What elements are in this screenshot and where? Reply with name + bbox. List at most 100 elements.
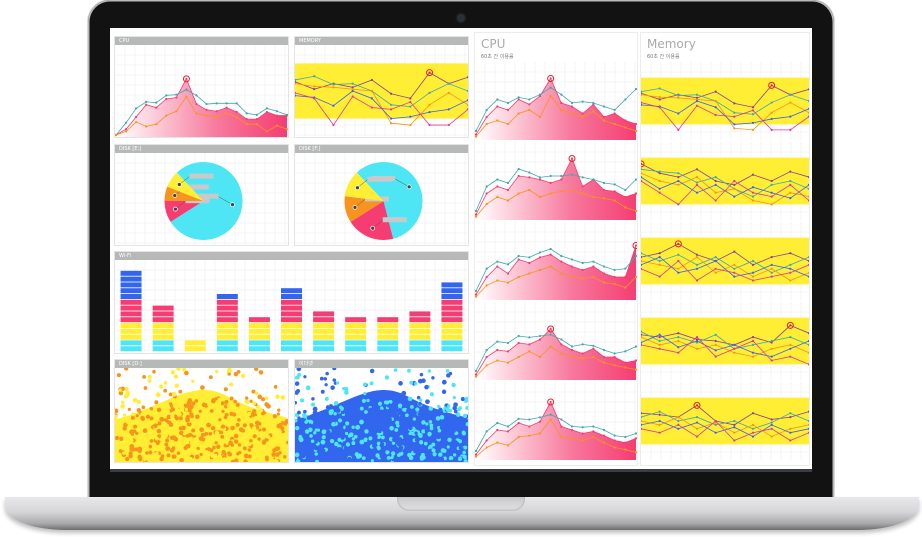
data-point [285,128,288,131]
scatter-point [463,445,468,450]
data-point [695,267,699,270]
scatter-point [345,421,350,426]
data-point [517,341,520,345]
scatter-point [238,434,243,439]
data-point [528,98,531,101]
data-point [770,183,773,186]
data-point [658,252,661,255]
data-point [570,265,574,268]
scatter-point [196,391,201,396]
data-point [592,344,595,347]
scatter-point [454,456,459,460]
data-point [560,425,563,428]
data-point [592,430,595,433]
data-point [570,188,574,192]
data-point [135,107,138,110]
data-point [714,271,717,274]
data-point [733,102,736,105]
scatter-point [359,406,364,411]
data-point [658,423,661,426]
bar-segment-pink [313,311,335,317]
scatter-point [236,369,241,374]
scatter-point [217,397,222,402]
scatter-point [242,423,247,428]
scatter-point [156,407,162,413]
data-point [613,112,616,115]
memory-band [641,157,809,205]
data-point [428,91,431,94]
scatter-point [122,436,127,440]
data-point [275,124,279,127]
data-point [602,105,606,108]
data-point [770,203,773,206]
scatter-point [337,418,343,423]
scatter-point [137,400,141,404]
scatter-point [326,424,331,428]
data-point [581,112,584,115]
scatter-point [228,408,232,412]
scatter-point [252,401,257,406]
scatter-point [148,428,153,432]
scatter-point [118,388,123,392]
bar-segment-cyan [345,346,367,352]
right-cpu-column: CPU 60초 간 이용률 [474,32,638,466]
scatter-point [323,412,328,417]
data-point [714,90,717,93]
scatter-point [447,413,452,418]
data-point [602,281,606,284]
scatter-point [406,408,411,413]
scatter-point [187,399,191,403]
scatter-point [125,392,129,396]
data-point [658,410,661,413]
data-point [538,420,542,423]
scatter-point [172,436,177,440]
data-point [549,418,552,421]
scatter-point [379,454,384,459]
data-point [496,178,499,181]
memory-band [641,397,809,445]
data-point [332,83,335,86]
scatter-point [398,381,403,386]
scatter-point [296,368,302,372]
scatter-point [143,386,148,390]
scatter-point [302,414,308,419]
scatter-point [159,384,164,389]
scatter-point [163,388,168,393]
scatter-point [336,408,341,413]
data-point [789,183,792,186]
bar-segment-blue [441,288,463,294]
scatter-point [393,368,398,372]
scatter-point [297,416,301,420]
scatter-point [296,388,301,393]
data-point [733,439,736,442]
scatter-point [385,400,390,405]
scatter-point [419,440,423,444]
data-point [658,256,661,259]
bar-segment-cyan [120,346,142,352]
data-point [695,336,699,339]
scatter-point [391,402,397,407]
data-point [751,195,755,198]
data-point [770,359,773,362]
scatter-point [204,412,208,416]
cpu-panel: CPU [114,36,289,138]
scatter-point [155,392,161,397]
scatter-point [217,454,223,460]
data-point [370,78,373,82]
scatter-point [407,396,413,402]
data-point [789,355,792,358]
scatter-point [166,453,171,458]
data-point [538,268,542,272]
data-point [602,355,606,359]
data-point [789,279,792,282]
scatter-point [375,453,380,458]
data-point [165,97,168,101]
scatter-point [329,438,335,444]
scatter-point [353,415,358,420]
data-point [613,439,616,442]
scatter-point [159,441,165,447]
scatter-point [409,405,414,409]
scatter-point [179,430,184,436]
data-point [506,430,510,433]
scatter-point [261,411,265,416]
